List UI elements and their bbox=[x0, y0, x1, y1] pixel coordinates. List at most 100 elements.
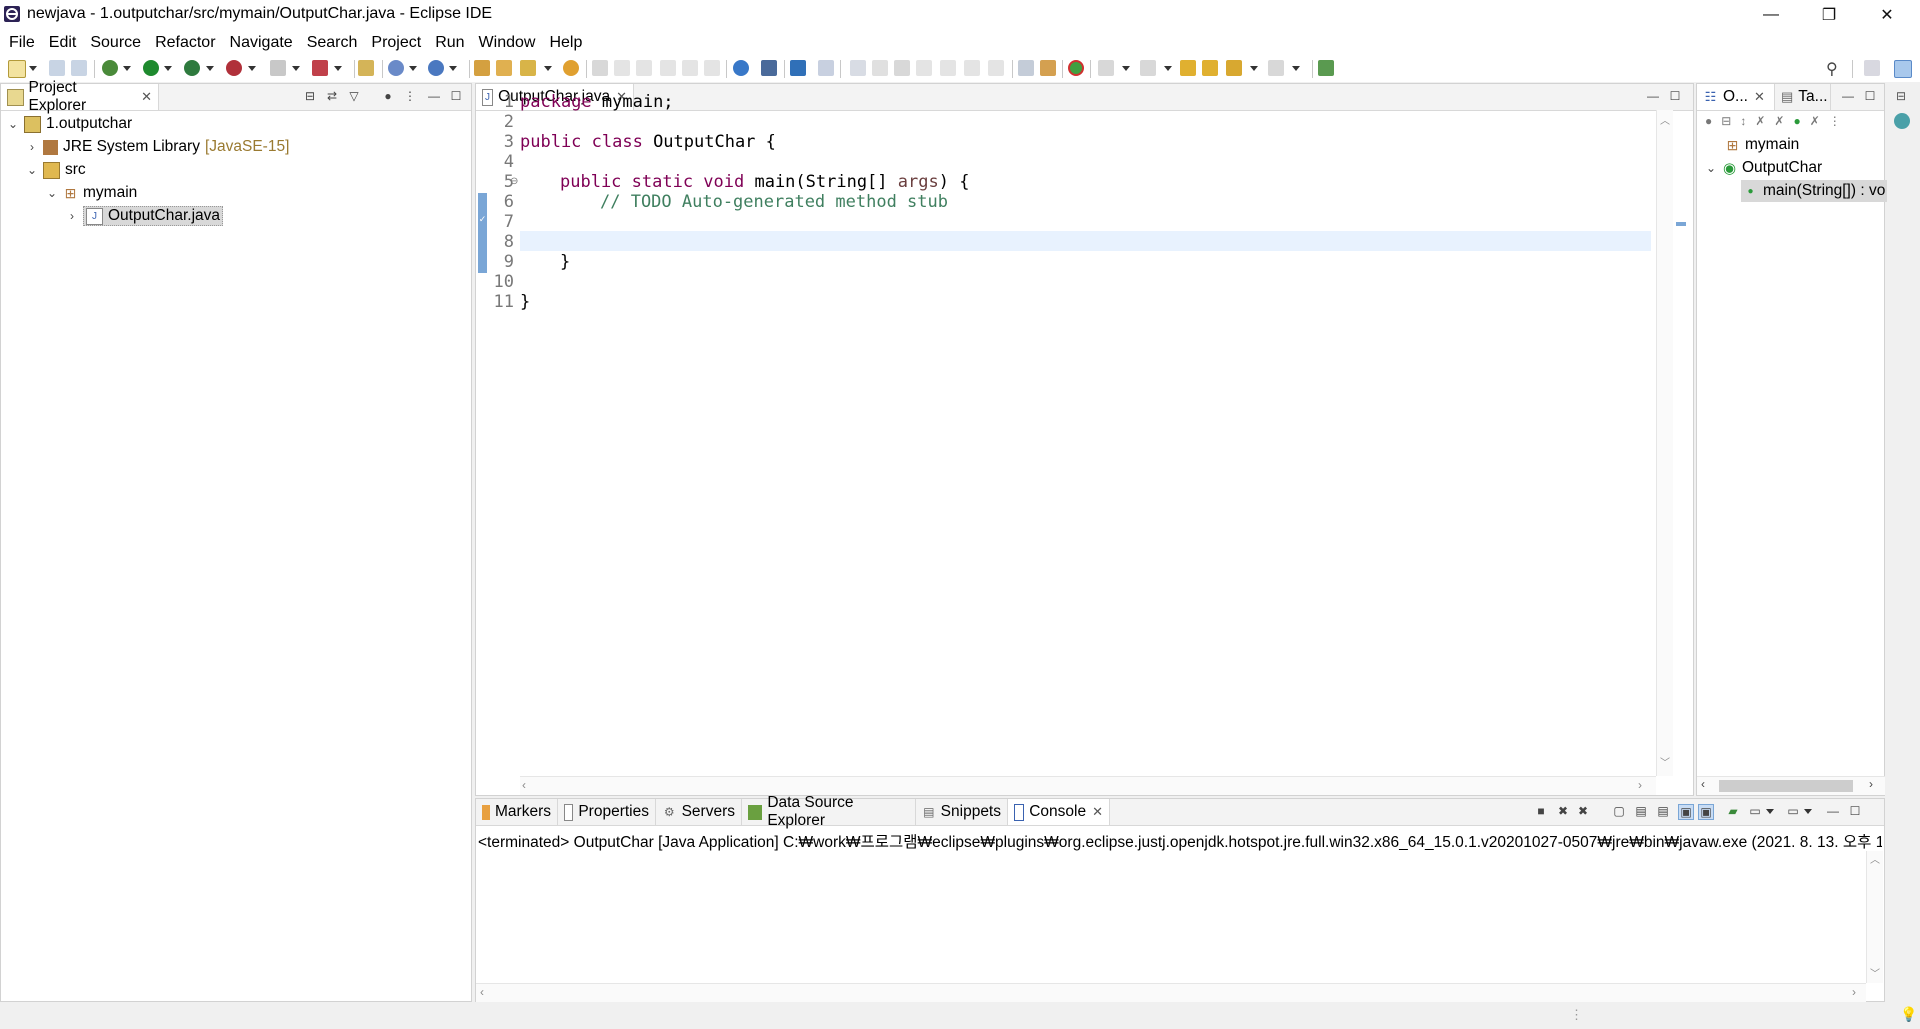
code-line-3[interactable]: public class OutputChar { bbox=[520, 132, 776, 152]
tab-project-explorer[interactable]: Project Explorer ✕ bbox=[1, 79, 159, 114]
collapse-all-icon[interactable]: ⊟ bbox=[303, 89, 317, 103]
menu-help[interactable]: Help bbox=[542, 34, 589, 52]
external-tools-icon[interactable] bbox=[226, 60, 242, 76]
toggle-word-wrap-icon[interactable] bbox=[682, 60, 698, 76]
new-dropdown-icon[interactable] bbox=[29, 66, 37, 71]
task-marker-icon[interactable]: ✓ bbox=[478, 214, 487, 226]
view-menu-icon[interactable]: ⋮ bbox=[403, 89, 417, 103]
tip-lightbulb-icon[interactable]: 💡 bbox=[1900, 1006, 1917, 1023]
tab-servers[interactable]: ⚙ Servers bbox=[656, 799, 742, 825]
search-icon[interactable]: ⚲ bbox=[1826, 59, 1838, 79]
disconnect-icon[interactable] bbox=[916, 60, 932, 76]
minimize-view-icon[interactable]: — bbox=[1841, 89, 1855, 103]
new-java-project-icon[interactable] bbox=[358, 60, 374, 76]
restore-trim-icon[interactable]: ⊟ bbox=[1896, 89, 1906, 103]
menu-search[interactable]: Search bbox=[300, 34, 365, 52]
step-return-icon[interactable] bbox=[988, 60, 1004, 76]
menu-file[interactable]: File bbox=[2, 34, 42, 52]
open-type-icon[interactable] bbox=[474, 60, 490, 76]
tree-item-java-file[interactable]: › J OutputChar.java bbox=[66, 205, 224, 227]
code-line-5[interactable]: public static void main(String[] args) { bbox=[560, 172, 969, 192]
tree-item-project[interactable]: ⌄ 1.outputchar bbox=[7, 113, 132, 135]
toggle-block-icon[interactable] bbox=[636, 60, 652, 76]
maximize-view-icon[interactable]: ☐ bbox=[1668, 89, 1682, 103]
open-perspective-button-icon[interactable] bbox=[1864, 60, 1880, 76]
scroll-up-icon[interactable]: ︿ bbox=[1870, 851, 1880, 866]
menu-source[interactable]: Source bbox=[83, 34, 148, 52]
tab-data-source-explorer[interactable]: Data Source Explorer bbox=[742, 794, 916, 829]
toggle-breadcrumb-icon[interactable] bbox=[660, 60, 676, 76]
hide-fields-icon[interactable]: ✗ bbox=[1755, 114, 1765, 128]
hide-local-types-icon[interactable]: ✗ bbox=[1810, 114, 1820, 128]
scrollbar-thumb[interactable] bbox=[1719, 780, 1853, 792]
skip-breakpoints-icon[interactable] bbox=[818, 60, 834, 76]
scroll-up-icon[interactable]: ︿ bbox=[1660, 112, 1670, 127]
chevron-right-icon[interactable]: › bbox=[66, 209, 78, 223]
code-line-10[interactable]: } bbox=[520, 292, 530, 312]
minimize-button[interactable]: — bbox=[1742, 0, 1800, 30]
scroll-left-icon[interactable]: ‹ bbox=[480, 985, 484, 999]
outline-item-package[interactable]: ⊞ mymain bbox=[1725, 134, 1800, 156]
toggle-annotation-icon[interactable] bbox=[592, 60, 608, 76]
step-into-icon[interactable] bbox=[940, 60, 956, 76]
close-window-button[interactable]: ✕ bbox=[1858, 0, 1916, 30]
collapse-all-icon[interactable]: ⊟ bbox=[1721, 114, 1731, 128]
console-horizontal-scrollbar[interactable]: ‹ › bbox=[476, 983, 1866, 1002]
close-tab-icon[interactable]: ✕ bbox=[1754, 89, 1765, 105]
code-line-6[interactable]: // TODO Auto-generated method stub bbox=[600, 192, 948, 212]
chevron-right-icon[interactable]: › bbox=[26, 140, 38, 154]
hide-static-icon[interactable]: ✗ bbox=[1774, 114, 1784, 128]
console-view-icon[interactable] bbox=[790, 60, 806, 76]
filter-icon[interactable]: ▽ bbox=[347, 89, 361, 103]
maximize-view-icon[interactable]: ☐ bbox=[1863, 89, 1877, 103]
scroll-down-icon[interactable]: ﹀ bbox=[1660, 754, 1670, 769]
outline-item-method[interactable]: ● main(String[]) : vo bbox=[1741, 180, 1888, 202]
previous-annotation-dropdown-icon[interactable] bbox=[1164, 66, 1172, 71]
open-perspective-icon[interactable] bbox=[563, 60, 579, 76]
chevron-down-icon[interactable]: ⌄ bbox=[7, 117, 19, 131]
terminal-icon[interactable] bbox=[761, 60, 777, 76]
java-ee-perspective-icon[interactable] bbox=[1894, 60, 1912, 78]
tab-outline[interactable]: ☷ O... ✕ bbox=[1697, 84, 1775, 110]
sort-icon[interactable]: ↕ bbox=[1740, 114, 1746, 128]
overview-ruler-marker[interactable] bbox=[1676, 222, 1686, 226]
code-line-8[interactable]: } bbox=[560, 252, 570, 272]
clear-console-icon[interactable]: ▢ bbox=[1612, 804, 1626, 818]
scroll-down-icon[interactable]: ﹀ bbox=[1870, 965, 1880, 980]
tab-markers[interactable]: Markers bbox=[476, 799, 558, 825]
scroll-lock-icon[interactable]: ▤ bbox=[1634, 804, 1648, 818]
publish-icon[interactable] bbox=[312, 60, 328, 76]
new-package-icon[interactable] bbox=[388, 60, 404, 76]
next-edit-location-icon[interactable] bbox=[1202, 60, 1218, 76]
resume-icon[interactable] bbox=[850, 60, 866, 76]
terminate-icon[interactable]: ■ bbox=[1534, 804, 1548, 818]
editor-vertical-scrollbar[interactable]: ︿ ﹀ bbox=[1656, 110, 1673, 776]
next-annotation-icon[interactable] bbox=[1098, 60, 1114, 76]
hide-non-public-icon[interactable]: ● bbox=[1793, 114, 1800, 128]
step-over-icon[interactable] bbox=[964, 60, 980, 76]
link-with-editor-icon[interactable]: ⇄ bbox=[325, 89, 339, 103]
menu-project[interactable]: Project bbox=[364, 34, 428, 52]
show-whitespace-icon[interactable] bbox=[704, 60, 720, 76]
suspend-icon[interactable] bbox=[872, 60, 888, 76]
forward-icon[interactable] bbox=[1268, 60, 1284, 76]
previous-annotation-icon[interactable] bbox=[1140, 60, 1156, 76]
open-console-icon[interactable]: ▭ bbox=[1786, 804, 1800, 818]
debug-icon[interactable] bbox=[102, 60, 118, 76]
drop-to-frame-icon[interactable] bbox=[1018, 60, 1034, 76]
search-file-icon[interactable] bbox=[520, 60, 536, 76]
stop-server-icon[interactable] bbox=[270, 60, 286, 76]
use-step-filters-icon[interactable] bbox=[1040, 60, 1056, 76]
maximize-view-icon[interactable]: ☐ bbox=[1848, 804, 1862, 818]
scroll-left-icon[interactable]: ‹ bbox=[1701, 777, 1705, 791]
tab-task-list[interactable]: ▤ Ta... bbox=[1775, 84, 1831, 110]
code-line-1[interactable]: package mymain; bbox=[520, 92, 674, 112]
scroll-right-icon[interactable]: › bbox=[1638, 778, 1642, 792]
menu-navigate[interactable]: Navigate bbox=[223, 34, 300, 52]
display-console-icon[interactable]: ▭ bbox=[1748, 804, 1762, 818]
close-tab-icon[interactable]: ✕ bbox=[1092, 804, 1103, 820]
save-all-icon[interactable] bbox=[71, 60, 87, 76]
scroll-right-icon[interactable]: › bbox=[1869, 777, 1873, 791]
servers-trim-icon[interactable] bbox=[1894, 113, 1910, 129]
tab-properties[interactable]: Properties bbox=[558, 799, 656, 825]
